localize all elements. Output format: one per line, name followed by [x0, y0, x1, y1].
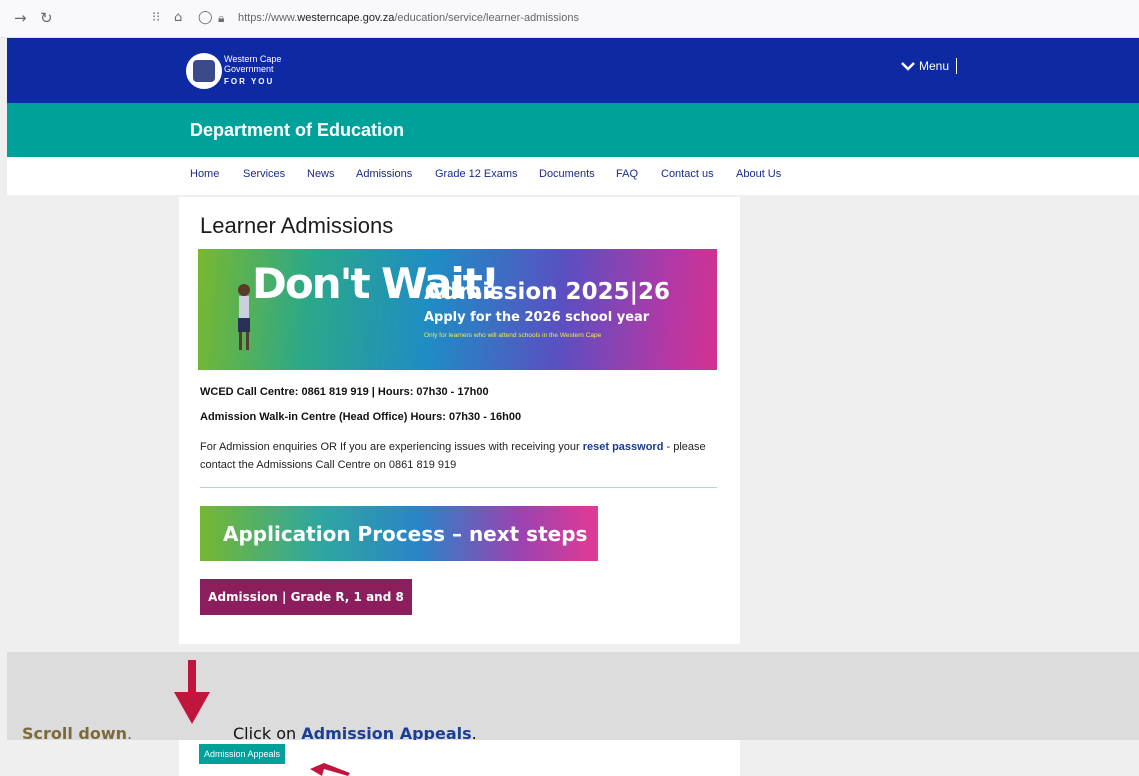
nav-admissions[interactable]: Admissions	[356, 168, 412, 180]
call-centre-info: WCED Call Centre: 0861 819 919 | Hours: …	[200, 386, 489, 398]
pointer-arrow-icon	[310, 763, 350, 776]
home-icon[interactable]: ⌂	[174, 10, 182, 25]
logo-line-2: Government	[224, 64, 274, 74]
coat-of-arms-icon[interactable]	[186, 53, 222, 89]
application-process-button[interactable]: Application Process – next steps	[200, 506, 598, 561]
shield-icon[interactable]: ◯	[198, 10, 213, 25]
site-header: Western Cape Government FOR YOU Menu	[7, 38, 1139, 103]
menu-label: Menu	[919, 59, 950, 73]
down-arrow-icon	[174, 660, 210, 724]
scroll-period: .	[127, 724, 133, 743]
nav-about-us[interactable]: About Us	[736, 168, 781, 180]
enquiry-paragraph: For Admission enquiries OR If you are ex…	[200, 438, 730, 474]
page-title: Learner Admissions	[200, 213, 394, 238]
url-path: /education/service/learner-admissions	[394, 12, 579, 24]
reload-icon[interactable]: ↻	[40, 9, 53, 27]
department-title[interactable]: Department of Education	[190, 120, 404, 141]
admission-appeals-button[interactable]: Admission Appeals	[199, 744, 286, 764]
department-bar: Department of Education	[7, 103, 1139, 157]
nav-documents[interactable]: Documents	[539, 168, 595, 180]
scroll-label: Scroll down	[22, 724, 128, 743]
nav-grade-12-exams[interactable]: Grade 12 Exams	[435, 168, 518, 180]
chevron-down-icon	[901, 62, 915, 71]
appeals-panel: Admission Appeals	[179, 740, 740, 776]
scroll-instruction: Scroll down.	[22, 724, 132, 743]
banner-subtitle: Apply for the 2026 school year	[424, 310, 650, 325]
admission-grade-button[interactable]: Admission | Grade R, 1 and 8	[200, 579, 412, 615]
url-domain: westerncape.gov.za	[297, 12, 395, 24]
url-prefix: https://www.	[238, 12, 298, 24]
menu-divider	[956, 58, 958, 74]
enquiry-text-before: For Admission enquiries OR If you are ex…	[200, 441, 583, 453]
nav-faq[interactable]: FAQ	[616, 168, 638, 180]
reset-password-link[interactable]: reset password	[583, 441, 664, 453]
nav-home[interactable]: Home	[190, 168, 219, 180]
nav-contact-us[interactable]: Contact us	[661, 168, 714, 180]
forward-icon[interactable]: →	[14, 9, 27, 27]
browser-toolbar: → ↻ ⁝⁝ ⌂ ◯ 🔒︎ https://www.westerncape.go…	[0, 0, 1139, 38]
learner-figure-icon	[238, 284, 250, 350]
banner-title: Admission 2025|26	[424, 279, 670, 305]
main-content: Learner Admissions Don't Wait! Admission…	[179, 197, 740, 644]
main-navigation: Home Services News Admissions Grade 12 E…	[7, 157, 1139, 195]
menu-button[interactable]: Menu	[901, 58, 958, 74]
address-bar[interactable]: https://www.westerncape.gov.za/education…	[238, 12, 579, 24]
nav-services[interactable]: Services	[243, 168, 285, 180]
admission-banner[interactable]: Don't Wait! Admission 2025|26 Apply for …	[198, 249, 717, 370]
instruction-band: Scroll down. Click on Admission Appeals.	[7, 652, 1139, 743]
lock-icon: 🔒︎	[218, 11, 225, 25]
walk-in-centre-info: Admission Walk-in Centre (Head Office) H…	[200, 411, 522, 423]
apps-grid-icon[interactable]: ⁝⁝	[152, 10, 160, 25]
logo-line-1: Western Cape	[224, 54, 282, 64]
logo-line-3: FOR YOU	[224, 77, 275, 86]
nav-news[interactable]: News	[307, 168, 335, 180]
content-divider	[200, 487, 717, 488]
banner-note: Only for learners who will attend school…	[424, 332, 602, 339]
